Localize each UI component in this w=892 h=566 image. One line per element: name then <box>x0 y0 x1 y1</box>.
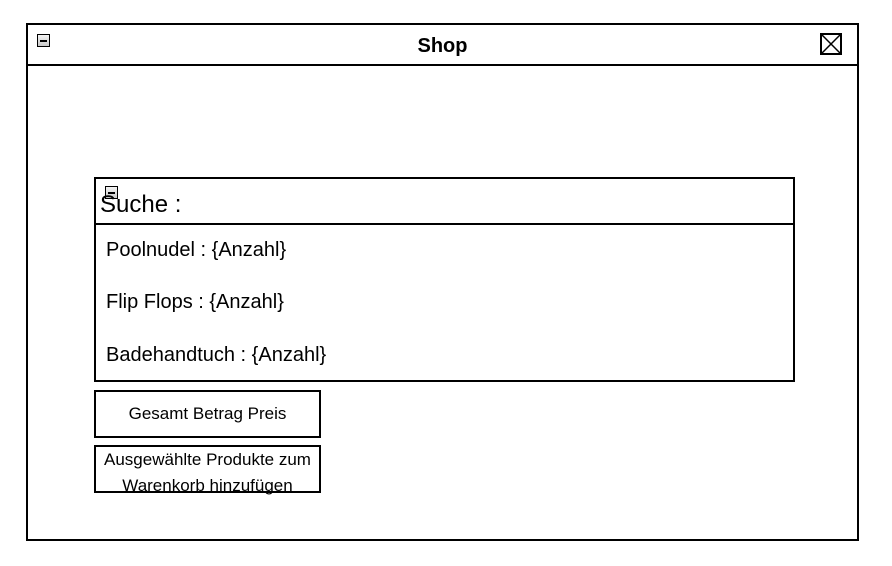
title-bar: Shop <box>28 25 857 66</box>
product-item-poolnudel: Poolnudel : {Anzahl} <box>106 239 287 261</box>
shop-window: Shop Suche : Poolnudel : {Anzahl} Flip F… <box>26 23 859 541</box>
product-item-flip-flops: Flip Flops : {Anzahl} <box>106 291 284 313</box>
search-label: Suche : <box>100 191 182 218</box>
close-icon[interactable] <box>820 33 842 55</box>
total-price-button[interactable]: Gesamt Betrag Preis <box>94 390 321 438</box>
search-header: Suche : <box>96 179 793 225</box>
search-panel: Suche : Poolnudel : {Anzahl} Flip Flops … <box>94 177 795 382</box>
add-to-cart-button[interactable]: Ausgewählte Produkte zum Warenkorb hinzu… <box>94 445 321 495</box>
product-item-badehandtuch: Badehandtuch : {Anzahl} <box>106 344 327 366</box>
window-title: Shop <box>417 35 468 57</box>
